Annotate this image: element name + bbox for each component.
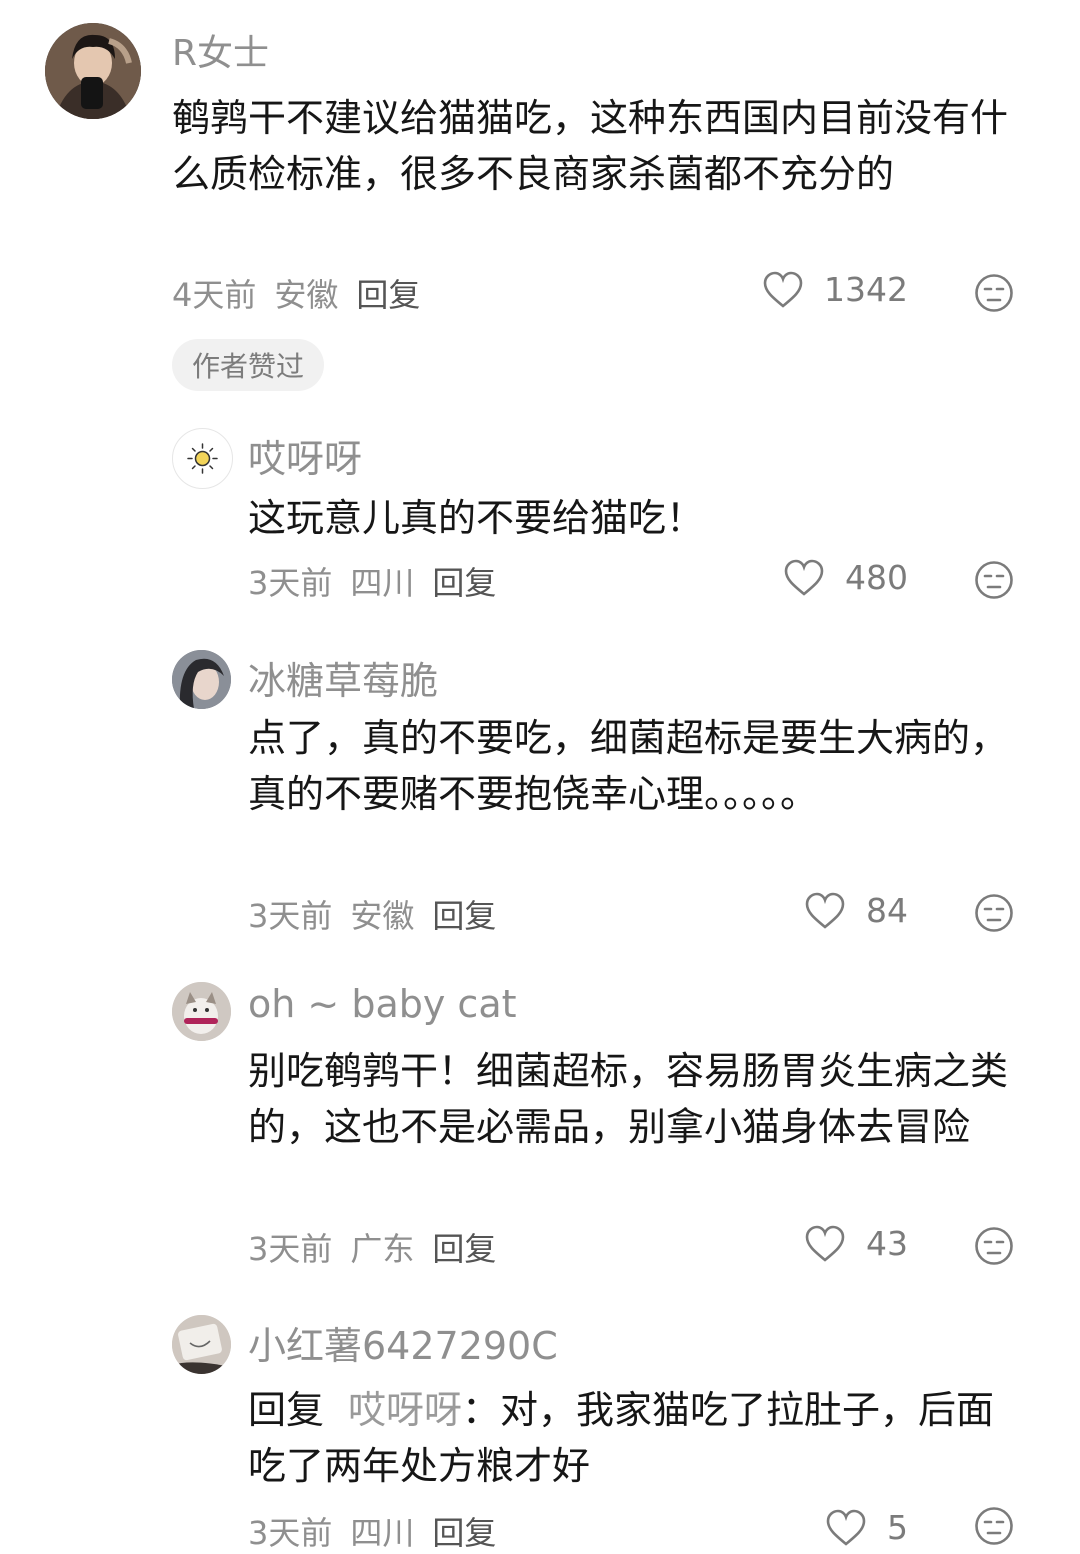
timestamp: 3天前 <box>248 564 333 602</box>
comment-text: 鹌鹑干不建议给猫猫吃，这种东西国内目前没有什么质检标准，很多不良商家杀菌都不充分… <box>172 96 1009 196</box>
heart-icon <box>805 892 845 929</box>
like-button[interactable]: 43 <box>708 1224 908 1263</box>
heart-icon <box>763 271 803 308</box>
username[interactable]: 哎呀呀 <box>248 428 362 483</box>
dislike-button[interactable] <box>974 273 1014 313</box>
reply-button[interactable]: 回复 <box>432 558 496 604</box>
location: 安徽 <box>350 897 415 935</box>
location: 广东 <box>350 1230 415 1268</box>
like-count: 1342 <box>824 270 908 309</box>
username[interactable]: 冰糖草莓脆 <box>248 650 438 705</box>
timestamp: 3天前 <box>248 897 333 935</box>
like-button[interactable]: 5 <box>708 1508 908 1547</box>
comment-text: 别吃鹌鹑干！细菌超标，容易肠胃炎生病之类的，这也不是必需品，别拿小猫身体去冒险 <box>248 1049 1009 1149</box>
reply-button[interactable]: 回复 <box>356 270 420 316</box>
like-button[interactable]: 480 <box>708 558 908 597</box>
dislike-button[interactable] <box>974 893 1014 933</box>
comment-text: 回复 哎呀呀：对，我家猫吃了拉肚子，后面吃了两年处方粮才好 <box>248 1382 1028 1494</box>
avatar[interactable] <box>172 650 231 709</box>
like-count: 5 <box>887 1508 908 1547</box>
heart-icon <box>784 559 824 596</box>
comment-meta: 3天前 四川 回复 <box>248 1508 514 1554</box>
reply-button[interactable]: 回复 <box>432 1508 496 1554</box>
like-count: 480 <box>845 558 908 597</box>
comment-meta: 3天前 四川 回复 <box>248 558 514 604</box>
avatar[interactable] <box>172 982 231 1041</box>
avatar-image <box>172 1315 231 1374</box>
heart-icon <box>826 1509 866 1546</box>
dislike-button[interactable] <box>974 1226 1014 1266</box>
reply-button[interactable]: 回复 <box>432 1224 496 1270</box>
unhappy-face-icon <box>975 561 1013 599</box>
dislike-button[interactable] <box>974 1506 1014 1546</box>
reply-button[interactable]: 回复 <box>432 891 496 937</box>
timestamp: 3天前 <box>248 1230 333 1268</box>
like-button[interactable]: 84 <box>708 891 908 930</box>
unhappy-face-icon <box>975 1227 1013 1265</box>
avatar-image <box>45 23 141 119</box>
comment-meta: 4天前 安徽 回复 <box>172 270 438 316</box>
location: 四川 <box>350 1514 415 1552</box>
avatar[interactable] <box>172 1315 231 1374</box>
timestamp: 3天前 <box>248 1514 333 1552</box>
comment-text: 点了，真的不要吃，细菌超标是要生大病的，真的不要赌不要抱侥幸心理。。。。。 <box>248 716 1009 816</box>
dislike-button[interactable] <box>974 560 1014 600</box>
author-liked-badge: 作者赞过 <box>172 339 325 391</box>
timestamp: 4天前 <box>172 276 257 314</box>
location: 四川 <box>350 564 415 602</box>
sun-icon <box>187 443 218 474</box>
like-count: 84 <box>866 891 908 930</box>
username[interactable]: R女士 <box>172 24 269 76</box>
avatar-image <box>172 982 231 1041</box>
like-count: 43 <box>866 1224 908 1263</box>
comment-text: 这玩意儿真的不要给猫吃！ <box>248 496 705 540</box>
unhappy-face-icon <box>975 894 1013 932</box>
avatar-image <box>172 650 231 709</box>
reply-target-username[interactable]: 哎呀呀 <box>348 1388 462 1432</box>
location: 安徽 <box>274 276 339 314</box>
avatar[interactable] <box>172 428 233 489</box>
comment-meta: 3天前 安徽 回复 <box>248 891 514 937</box>
reply-prefix: 回复 <box>248 1388 325 1432</box>
unhappy-face-icon <box>975 1507 1013 1545</box>
unhappy-face-icon <box>975 274 1013 312</box>
username[interactable]: oh ~ baby cat <box>248 982 517 1026</box>
heart-icon <box>805 1225 845 1262</box>
avatar[interactable] <box>45 23 141 119</box>
comment-meta: 3天前 广东 回复 <box>248 1224 514 1270</box>
like-button[interactable]: 1342 <box>708 270 908 309</box>
username[interactable]: 小红薯6427290C <box>248 1315 558 1370</box>
